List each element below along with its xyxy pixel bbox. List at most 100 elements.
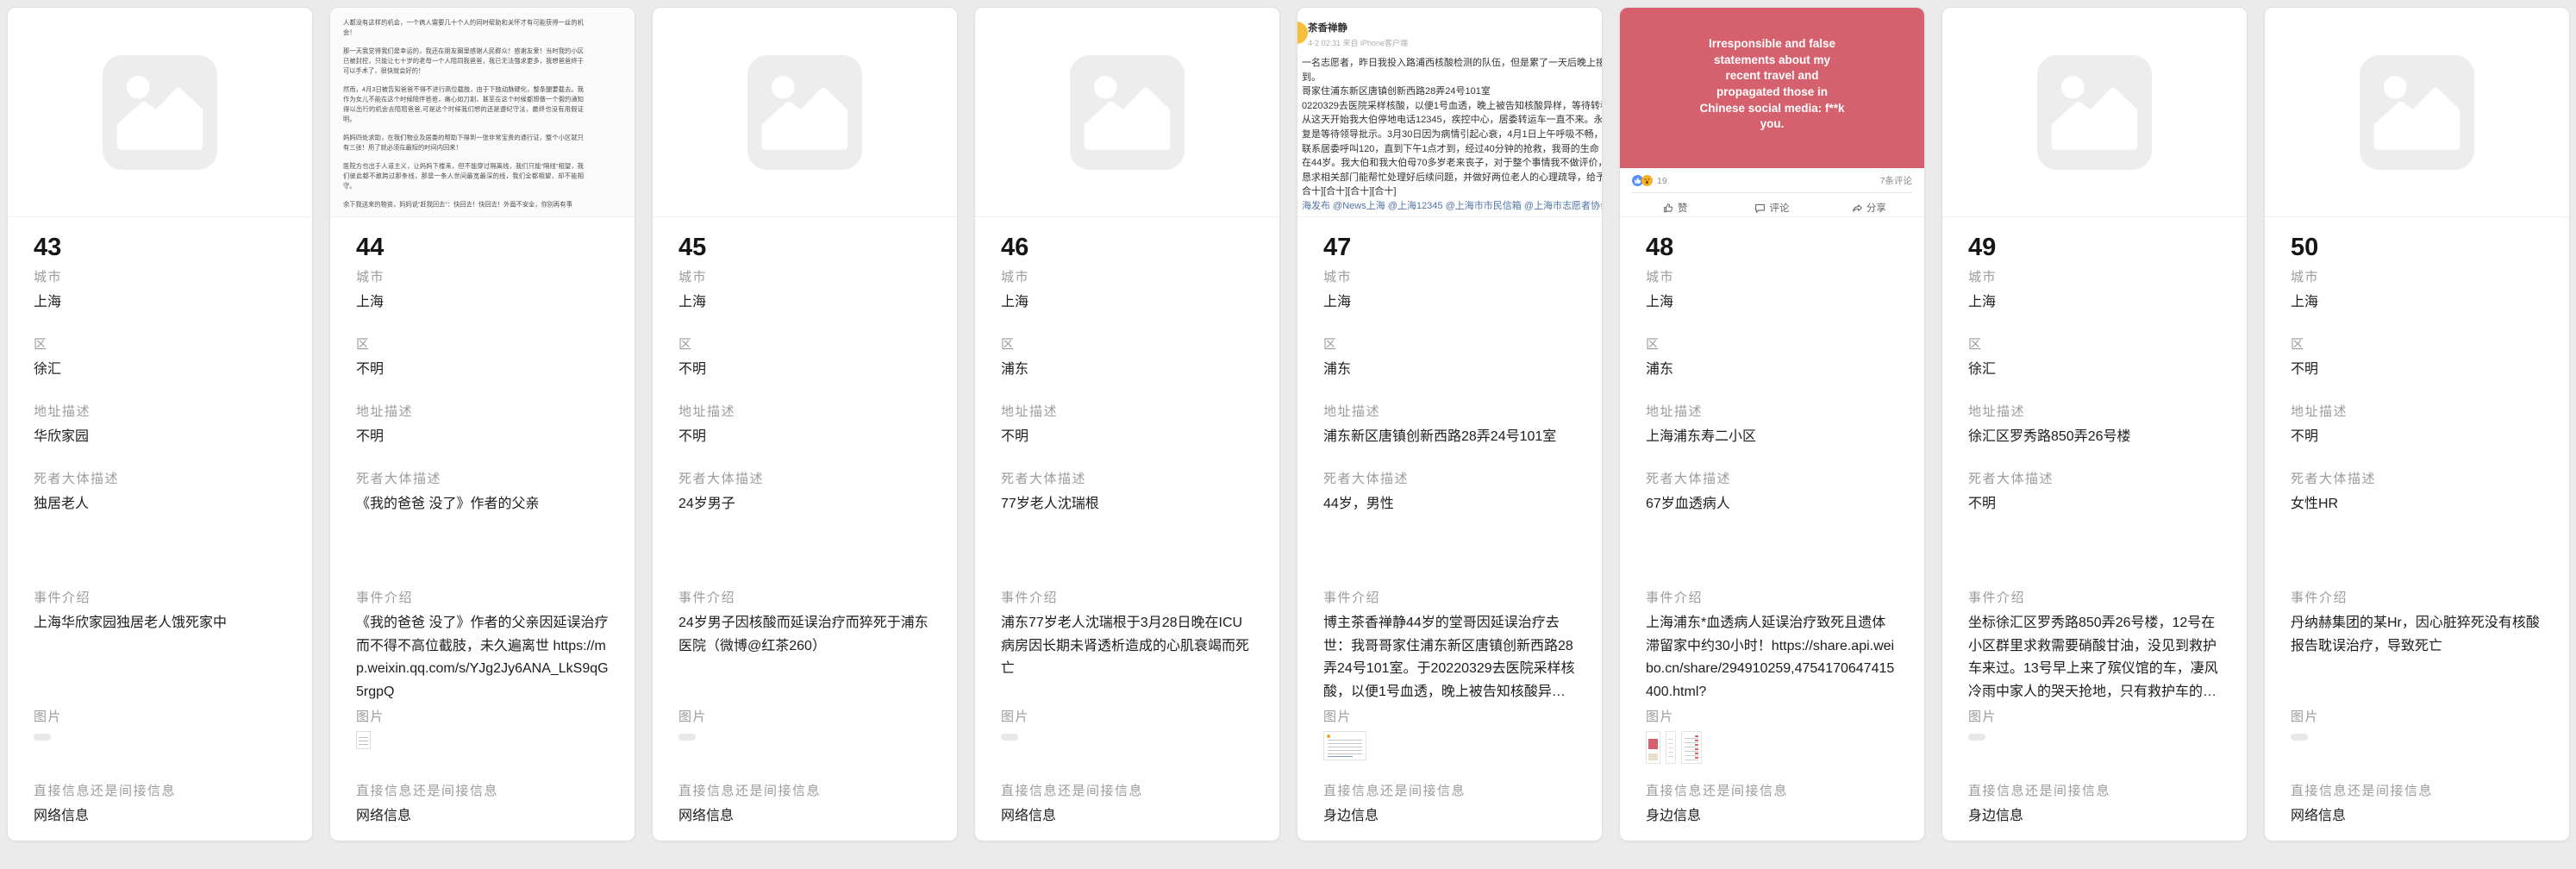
thumb-red-stickers xyxy=(1695,735,1698,760)
image-placeholder-icon xyxy=(103,55,217,170)
card-media[interactable] xyxy=(975,8,1279,217)
field-event: 事件介绍《我的爸爸 没了》作者的父亲因延误治疗而不得不高位截肢，未久遍离世 ht… xyxy=(356,591,609,703)
card-media[interactable]: Irresponsible and falsestatements about … xyxy=(1620,8,1924,217)
field-district: 区浦东 xyxy=(1646,338,1898,381)
field-image: 图片 xyxy=(1323,710,1576,764)
field-label-address: 地址描述 xyxy=(678,405,931,419)
case-card[interactable]: Irresponsible and falsestatements about … xyxy=(1619,7,1925,841)
post-banner-line: Irresponsible and false xyxy=(1699,36,1844,53)
case-card[interactable]: 46城市上海区浦东地址描述不明死者大体描述77岁老人沈瑞根事件介绍浦东77岁老人… xyxy=(974,7,1280,841)
field-label-event: 事件介绍 xyxy=(34,591,286,605)
card-media[interactable] xyxy=(1942,8,2247,217)
field-value-city: 上海 xyxy=(1968,291,2221,314)
field-address: 地址描述上海浦东寿二小区 xyxy=(1646,405,1898,448)
field-value-city: 上海 xyxy=(356,291,609,314)
post-action-bar: 赞评论分享 xyxy=(1620,197,1924,217)
field-label-event: 事件介绍 xyxy=(2291,591,2543,605)
empty-image-pill[interactable] xyxy=(34,734,51,741)
case-card[interactable]: 45城市上海区不明地址描述不明死者大体描述24岁男子事件介绍24岁男子因核酸而延… xyxy=(652,7,958,841)
field-label-city: 城市 xyxy=(1646,271,1898,284)
case-card[interactable]: 茶香禅静4-2 02:31 来自 iPhone客户端一名志愿者，昨日我投入路浦西… xyxy=(1297,7,1603,841)
empty-image-pill[interactable] xyxy=(2291,734,2308,741)
field-deceased: 死者大体描述24岁男子 xyxy=(678,472,931,591)
image-thumbnails xyxy=(1323,731,1576,764)
field-label-image: 图片 xyxy=(1968,710,2221,724)
case-card[interactable]: 43城市上海区徐汇地址描述华欣家园死者大体描述独居老人事件介绍上海华欣家园独居老… xyxy=(7,7,313,841)
field-label-address: 地址描述 xyxy=(1646,405,1898,419)
image-thumbnails xyxy=(1001,731,1254,764)
chat-thumbnail[interactable] xyxy=(1681,731,1702,764)
case-number: 43 xyxy=(34,234,286,260)
image-thumbnails xyxy=(34,731,286,764)
empty-image-pill[interactable] xyxy=(1968,734,1985,741)
field-label-address: 地址描述 xyxy=(1001,405,1254,419)
card-media[interactable] xyxy=(2265,8,2569,217)
article-paragraph: 人都没有这样的机会，一个病人需要几十个人的同时帮助和关怀才有可能获得一丝的机会！ xyxy=(343,18,584,38)
card-body: 46城市上海区浦东地址描述不明死者大体描述77岁老人沈瑞根事件介绍浦东77岁老人… xyxy=(975,217,1279,828)
field-value-event: 浦东77岁老人沈瑞根于3月28日晚在ICU病房因长期未肾透析造成的心肌衰竭而死亡 xyxy=(1001,612,1254,703)
field-value-address: 不明 xyxy=(1001,426,1254,448)
weibo-thumbnail[interactable] xyxy=(1323,731,1366,760)
case-card[interactable]: 人都没有这样的机会，一个病人需要几十个人的同时帮助和关怀才有可能获得一丝的机会！… xyxy=(329,7,635,841)
field-label-source: 直接信息还是间接信息 xyxy=(1001,785,1254,798)
field-value-address: 华欣家园 xyxy=(34,426,286,448)
field-label-source: 直接信息还是间接信息 xyxy=(1646,785,1898,798)
field-value-deceased: 44岁，男性 xyxy=(1323,493,1576,591)
field-image: 图片 xyxy=(1968,710,2221,764)
field-label-deceased: 死者大体描述 xyxy=(2291,472,2543,486)
card-body: 47城市上海区浦东地址描述浦东新区唐镇创新西路28弄24号101室死者大体描述4… xyxy=(1297,217,1602,828)
field-label-event: 事件介绍 xyxy=(1968,591,2221,605)
card-media[interactable]: 人都没有这样的机会，一个病人需要几十个人的同时帮助和关怀才有可能获得一丝的机会！… xyxy=(330,8,635,217)
field-label-district: 区 xyxy=(356,338,609,352)
field-value-deceased: 独居老人 xyxy=(34,493,286,591)
field-value-deceased: 24岁男子 xyxy=(678,493,931,591)
field-label-city: 城市 xyxy=(1323,271,1576,284)
field-image: 图片 xyxy=(34,710,286,764)
field-district: 区不明 xyxy=(2291,338,2543,381)
case-number: 45 xyxy=(678,234,931,260)
image-placeholder xyxy=(2265,8,2569,216)
post-thumbnail[interactable] xyxy=(1646,731,1660,764)
chat-thumbnail[interactable] xyxy=(1666,731,1676,764)
case-card[interactable]: 49城市上海区徐汇地址描述徐汇区罗秀路850弄26号楼死者大体描述不明事件介绍坐… xyxy=(1941,7,2248,841)
card-media[interactable] xyxy=(653,8,957,217)
document-thumbnail[interactable] xyxy=(356,731,371,749)
case-card[interactable]: 50城市上海区不明地址描述不明死者大体描述女性HR事件介绍丹纳赫集团的某Hr，因… xyxy=(2264,7,2570,841)
post-banner: Irresponsible and falsestatements about … xyxy=(1620,8,1924,168)
image-thumbnails xyxy=(356,731,609,764)
case-number: 48 xyxy=(1646,234,1898,260)
field-label-deceased: 死者大体描述 xyxy=(1968,472,2221,486)
weibo-text-line: 联系居委呼叫120，直到下午1点才到，经过40分钟的抢救，我哥的生命 xyxy=(1302,142,1602,157)
card-body: 48城市上海区浦东地址描述上海浦东寿二小区死者大体描述67岁血透病人事件介绍上海… xyxy=(1620,217,1924,828)
card-media[interactable]: 茶香禅静4-2 02:31 来自 iPhone客户端一名志愿者，昨日我投入路浦西… xyxy=(1297,8,1602,217)
comment-action: 评论 xyxy=(1723,197,1820,217)
field-event: 事件介绍上海华欣家园独居老人饿死家中 xyxy=(34,591,286,703)
article-paragraph: 然而，4月3日被告知爸爸不得不进行高位截肢，由于下肢动脉硬化，整条腿要截去。我作… xyxy=(343,85,584,125)
field-label-image: 图片 xyxy=(1001,710,1254,724)
article-paragraph: 医院方也出于人道主义，让妈妈下楼来，但不能穿过隔离线，我们只能“隔线”相望，我们… xyxy=(343,162,584,192)
field-value-event: 《我的爸爸 没了》作者的父亲因延误治疗而不得不高位截肢，未久遍离世 https:… xyxy=(356,612,609,703)
field-event: 事件介绍坐标徐汇区罗秀路850弄26号楼，12号在小区群里求救需要硝酸甘油，没见… xyxy=(1968,591,2221,703)
field-image: 图片 xyxy=(678,710,931,764)
field-city: 城市上海 xyxy=(1001,271,1254,314)
field-image: 图片 xyxy=(356,710,609,764)
empty-image-pill[interactable] xyxy=(1001,734,1018,741)
field-city: 城市上海 xyxy=(1646,271,1898,314)
card-media[interactable] xyxy=(8,8,312,217)
field-value-address: 上海浦东寿二小区 xyxy=(1646,426,1898,448)
field-value-city: 上海 xyxy=(2291,291,2543,314)
card-body: 50城市上海区不明地址描述不明死者大体描述女性HR事件介绍丹纳赫集团的某Hr，因… xyxy=(2265,217,2569,828)
image-placeholder xyxy=(975,8,1279,216)
empty-image-pill[interactable] xyxy=(678,734,696,741)
field-label-district: 区 xyxy=(1001,338,1254,352)
field-label-image: 图片 xyxy=(356,710,609,724)
field-source: 直接信息还是间接信息网络信息 xyxy=(678,785,931,828)
field-source: 直接信息还是间接信息身边信息 xyxy=(1646,785,1898,828)
field-value-district: 徐汇 xyxy=(1968,359,2221,381)
field-district: 区不明 xyxy=(356,338,609,381)
case-number: 49 xyxy=(1968,234,2221,260)
field-deceased: 死者大体描述67岁血透病人 xyxy=(1646,472,1898,591)
field-label-image: 图片 xyxy=(1646,710,1898,724)
field-source: 直接信息还是间接信息网络信息 xyxy=(356,785,609,828)
field-label-event: 事件介绍 xyxy=(356,591,609,605)
